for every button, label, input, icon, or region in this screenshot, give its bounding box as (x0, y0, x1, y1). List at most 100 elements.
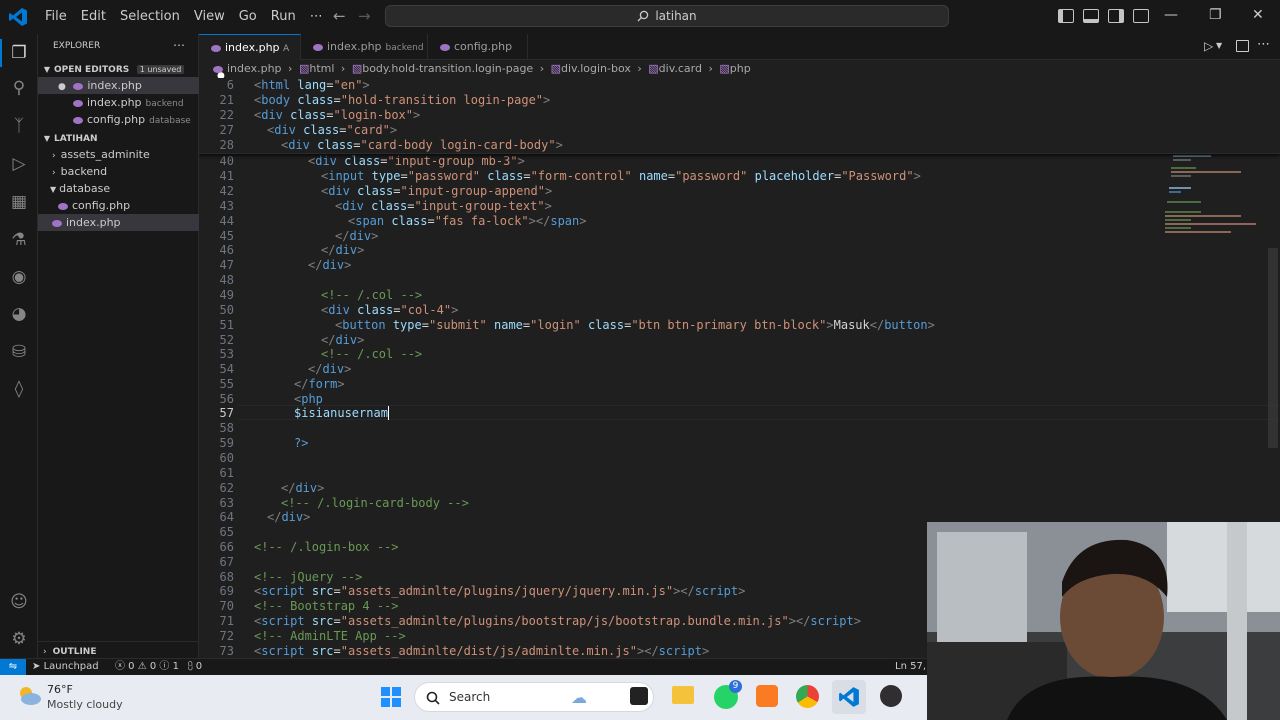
remote-indicator-icon[interactable]: ⇋ (0, 659, 26, 675)
account-icon[interactable]: ☺ (9, 592, 29, 612)
search-label: latihan (655, 9, 697, 23)
tree-file[interactable]: config.php (38, 197, 199, 214)
command-center-search[interactable]: latihan (385, 5, 949, 27)
settings-gear-icon[interactable]: ⚙ (9, 629, 29, 649)
back-arrow-icon[interactable]: ← (333, 7, 346, 25)
chevron-down-icon[interactable]: ▼ (1216, 41, 1222, 50)
code-line: <!-- /.login-box --> (254, 540, 399, 554)
github-actions-icon[interactable]: ◉ (9, 267, 29, 287)
code-line: <div class="input-group mb-3"> (308, 154, 525, 168)
chevron-right-icon: › (52, 168, 56, 178)
weather-condition[interactable]: Mostly cloudy (47, 698, 123, 711)
launchpad-item[interactable]: ➤ Launchpad (32, 659, 99, 675)
outline-header[interactable]: › OUTLINE (38, 641, 199, 658)
menu-run[interactable]: Run (264, 0, 303, 34)
explorer-sidebar: EXPLORER ⋯ ▼ OPEN EDITORS 1 unsaved ● ind… (38, 34, 199, 658)
edge-devtools-icon[interactable]: ◕ (9, 304, 29, 324)
menu-file[interactable]: File (38, 0, 74, 34)
line-number-current: 57 (219, 406, 234, 420)
file-explorer-icon[interactable] (672, 686, 694, 704)
problems-indicator[interactable]: ⓧ 0 ⚠ 0 ⓘ 1 (115, 659, 179, 675)
more-actions-icon[interactable]: ⋯ (1257, 37, 1270, 52)
code-line: </div> (308, 258, 352, 272)
close-icon[interactable]: ✕ (1252, 7, 1264, 23)
code-line: <!-- AdminLTE App --> (254, 629, 406, 643)
line-number: 67 (219, 555, 234, 569)
open-editor-item[interactable]: config.php database (38, 111, 199, 128)
tab-index-php[interactable]: index.php A ● (199, 34, 301, 81)
breadcrumb-item[interactable]: index.php (227, 62, 282, 75)
chrome-icon[interactable] (796, 685, 819, 708)
layers-icon[interactable]: ◊ (9, 379, 29, 399)
explorer-icon[interactable]: ❐ (9, 43, 29, 63)
php-file-icon (73, 116, 83, 124)
tree-folder[interactable]: ▼ database (38, 180, 199, 197)
customize-layout-icon[interactable] (1133, 9, 1149, 23)
run-code-icon[interactable]: ▷ (1204, 39, 1213, 53)
run-debug-icon[interactable]: ▷ (9, 154, 29, 174)
obs-icon[interactable] (880, 685, 902, 707)
code-line: <!-- /.login-card-body --> (281, 496, 469, 510)
tree-folder[interactable]: › assets_adminite (38, 146, 199, 163)
menu-selection[interactable]: Selection (113, 0, 187, 34)
php-file-icon (213, 65, 223, 73)
code-line-current: $isianusernam (294, 406, 389, 420)
windows-start-icon[interactable] (380, 686, 402, 708)
vscode-logo-icon (9, 8, 27, 26)
open-editor-item[interactable]: ● index.php (38, 77, 199, 94)
menu-go[interactable]: Go (232, 0, 264, 34)
tab-index-php-backend[interactable]: index.php backend (301, 34, 428, 60)
breadcrumb-item[interactable]: div.login-box (561, 62, 631, 75)
line-number: 55 (219, 377, 234, 391)
php-file-icon (58, 202, 68, 210)
database-icon[interactable]: ⛁ (9, 342, 29, 362)
line-number: 73 (219, 644, 234, 658)
split-editor-icon[interactable] (1236, 40, 1249, 52)
search-view-icon[interactable]: ⚲ (9, 78, 29, 98)
rocket-icon: ➤ (32, 661, 41, 672)
taskbar-search[interactable]: Search ☁ (414, 682, 654, 712)
breadcrumb-item[interactable]: php (730, 62, 751, 75)
menu-edit[interactable]: Edit (74, 0, 113, 34)
line-number: 54 (219, 362, 234, 376)
breadcrumb-item[interactable]: div.card (659, 62, 702, 75)
php-file-icon (73, 99, 83, 107)
restore-icon[interactable]: ❐ (1209, 7, 1222, 23)
minimize-icon[interactable]: — (1164, 7, 1178, 23)
line-number: 47 (219, 258, 234, 272)
code-line: <body class="hold-transition login-page"… (254, 93, 551, 107)
current-line-highlight (239, 405, 1279, 420)
tree-file-selected[interactable]: index.php (38, 214, 199, 231)
menu-view[interactable]: View (187, 0, 232, 34)
weather-temperature[interactable]: 76°F (47, 683, 73, 696)
php-file-icon (52, 219, 62, 227)
chevron-down-icon: ▼ (43, 65, 51, 74)
extensions-icon[interactable]: ▦ (9, 192, 29, 212)
code-line: <span class="fas fa-lock"></span> (348, 214, 587, 228)
editor-scrollbar[interactable] (1268, 248, 1278, 448)
tree-folder[interactable]: › backend (38, 163, 199, 180)
line-number: 53 (219, 347, 234, 361)
line-number: 60 (219, 451, 234, 465)
open-editor-item[interactable]: index.php backend (38, 94, 199, 111)
open-editors-header[interactable]: ▼ OPEN EDITORS 1 unsaved (38, 60, 199, 77)
ports-indicator[interactable]: ⩉ 0 (188, 659, 202, 675)
forward-arrow-icon[interactable]: → (358, 7, 371, 25)
breadcrumb-item[interactable]: body.hold-transition.login-page (362, 62, 533, 75)
menu-more[interactable]: ⋯ (303, 0, 330, 34)
toggle-secondary-sidebar-icon[interactable] (1108, 9, 1124, 23)
testing-icon[interactable]: ⚗ (9, 230, 29, 250)
toggle-sidebar-icon[interactable] (1058, 9, 1074, 23)
line-number: 69 (219, 584, 234, 598)
project-folder-header[interactable]: ▼ LATIHAN (38, 129, 199, 146)
unsaved-badge: 1 unsaved (136, 65, 185, 74)
xampp-icon[interactable] (756, 685, 778, 707)
task-view-icon[interactable] (630, 687, 648, 705)
tag-icon: ▧ (351, 62, 363, 75)
breadcrumb-item[interactable]: html (309, 62, 334, 75)
source-control-icon[interactable]: ᛉ (9, 116, 29, 136)
tag-icon: ▧ (719, 62, 730, 75)
tab-config-php[interactable]: config.php (428, 34, 528, 60)
explorer-more-icon[interactable]: ⋯ (173, 37, 193, 54)
toggle-panel-icon[interactable] (1083, 9, 1099, 23)
